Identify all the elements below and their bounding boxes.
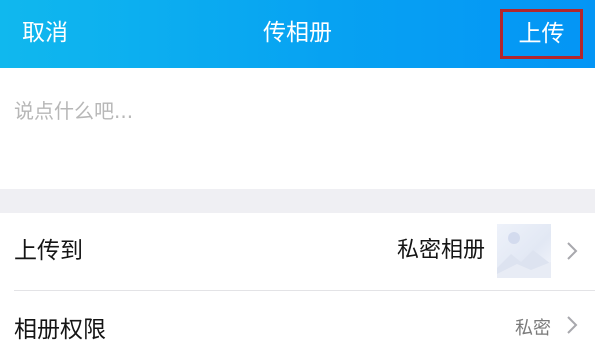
upload-destination-label: 上传到 <box>14 238 83 264</box>
cancel-button[interactable]: 取消 <box>22 16 68 50</box>
album-permission-row[interactable]: 相册权限 私密 <box>0 291 595 360</box>
album-permission-label: 相册权限 <box>14 317 106 343</box>
upload-button[interactable]: 上传 <box>500 9 583 59</box>
album-permission-value: 私密 <box>515 318 551 339</box>
section-divider <box>0 189 595 213</box>
album-thumbnail-icon <box>497 224 551 278</box>
upload-destination-value: 私密相册 <box>396 238 485 263</box>
caption-input[interactable] <box>14 94 574 128</box>
chevron-right-icon <box>567 316 578 334</box>
upload-destination-row[interactable]: 上传到 私密相册 <box>0 213 595 290</box>
top-bar: 取消 传相册 上传 <box>0 0 595 68</box>
caption-area <box>0 68 595 189</box>
chevron-right-icon <box>567 242 578 260</box>
